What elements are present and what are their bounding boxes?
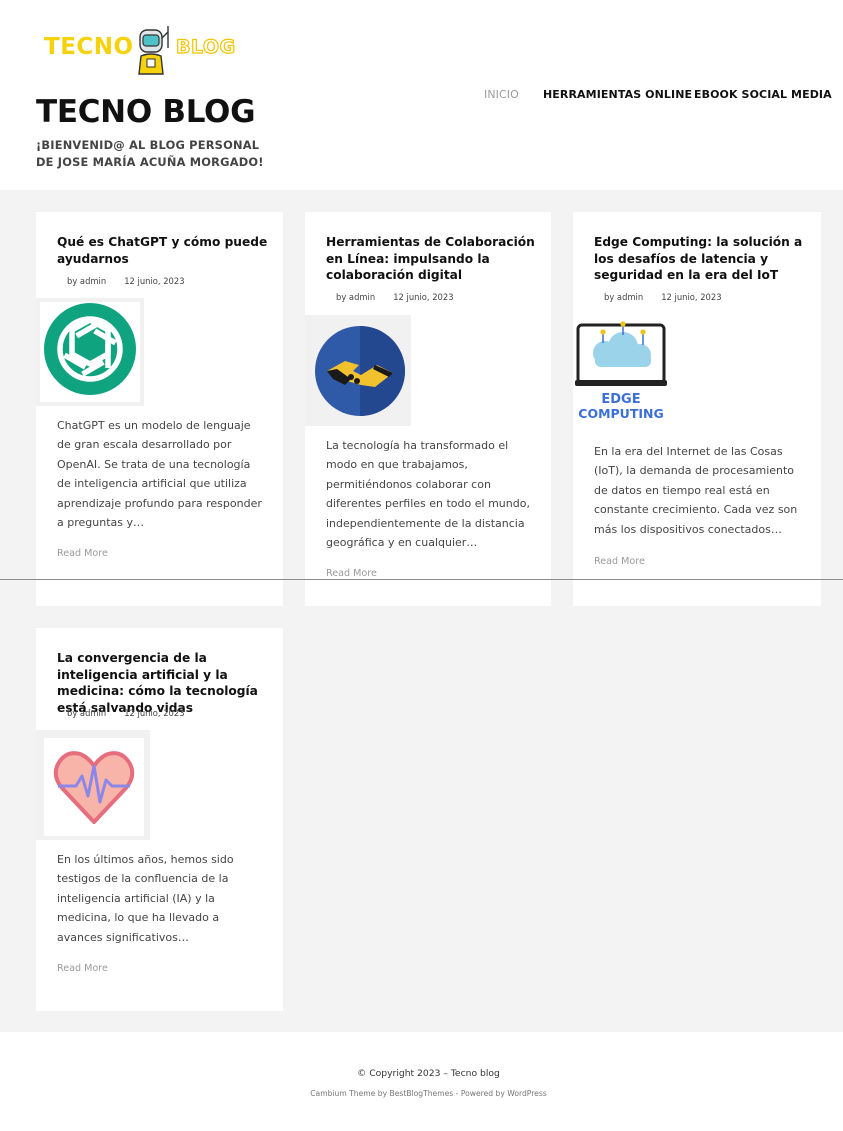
post-thumbnail[interactable] [36, 730, 150, 840]
theme-link[interactable]: Cambium Theme [310, 1089, 375, 1098]
post-card: Edge Computing: la solución a los desafí… [573, 212, 821, 606]
credits-powered: - Powered by [453, 1089, 508, 1098]
post-excerpt: En la era del Internet de las Cosas (IoT… [594, 445, 798, 536]
post-title[interactable]: Herramientas de Colaboración en Línea: i… [326, 234, 536, 284]
post-meta: by admin 12 junio, 2023 [336, 292, 454, 302]
post-title[interactable]: Qué es ChatGPT y cómo puede ayudarnos [57, 234, 277, 267]
site-header: TECNO BLOG TECNO BLOG ¡BIENVENID@ AL BLO… [0, 0, 843, 190]
footer-credits: Cambium Theme by BestBlogThemes - Powere… [0, 1089, 843, 1098]
main-navigation: INICIO HERRAMIENTAS ONLINE EBOOK SOCIAL … [0, 88, 843, 104]
post-thumbnail[interactable] [305, 315, 411, 426]
post-author[interactable]: by admin [336, 292, 375, 302]
nav-item-inicio[interactable]: INICIO [484, 88, 519, 101]
wordpress-link[interactable]: WordPress [507, 1089, 547, 1098]
credits-by: by [375, 1089, 390, 1098]
site-footer: © Copyright 2023 – Tecno blog Cambium Th… [0, 1032, 843, 1131]
site-logo[interactable]: TECNO BLOG [44, 26, 244, 76]
post-date[interactable]: 12 junio, 2023 [124, 708, 184, 718]
handshake-icon [315, 326, 405, 416]
post-excerpt: ChatGPT es un modelo de lenguaje de gran… [57, 419, 262, 530]
post-card: Qué es ChatGPT y cómo puede ayudarnos by… [36, 212, 283, 606]
posts-grid: Qué es ChatGPT y cómo puede ayudarnos by… [0, 190, 843, 1032]
openai-logo-icon [40, 302, 140, 402]
post-thumbnail[interactable]: EDGE COMPUTING [573, 315, 672, 431]
read-more-link[interactable]: Read More [57, 548, 108, 559]
post-title[interactable]: La convergencia de la inteligencia artif… [57, 650, 267, 716]
divider-line [0, 579, 843, 580]
post-date[interactable]: 12 junio, 2023 [393, 292, 453, 302]
post-date[interactable]: 12 junio, 2023 [661, 292, 721, 302]
edge-caption-1: EDGE [601, 392, 640, 407]
read-more-link[interactable]: Read More [326, 568, 377, 579]
post-author[interactable]: by admin [67, 708, 106, 718]
post-meta: by admin 12 junio, 2023 [67, 708, 185, 718]
post-author[interactable]: by admin [604, 292, 643, 302]
post-thumbnail[interactable] [36, 298, 144, 406]
logo-text-tecno: TECNO [44, 34, 134, 60]
post-author[interactable]: by admin [67, 276, 106, 286]
post-title[interactable]: Edge Computing: la solución a los desafí… [594, 234, 806, 284]
theme-author-link[interactable]: BestBlogThemes [390, 1089, 454, 1098]
read-more-link[interactable]: Read More [594, 556, 645, 567]
robot-mascot-icon [138, 26, 169, 75]
read-more-link[interactable]: Read More [57, 963, 108, 974]
post-card: La convergencia de la inteligencia artif… [36, 628, 283, 1011]
site-description: ¡BIENVENID@ AL BLOG PERSONAL DE JOSE MAR… [36, 138, 264, 169]
heartbeat-icon [44, 738, 144, 836]
post-card: Herramientas de Colaboración en Línea: i… [305, 212, 551, 606]
post-meta: by admin 12 junio, 2023 [67, 276, 185, 286]
post-date[interactable]: 12 junio, 2023 [124, 276, 184, 286]
nav-item-ebook-social-media[interactable]: EBOOK SOCIAL MEDIA [694, 88, 832, 101]
post-excerpt: La tecnología ha transformado el modo en… [326, 439, 530, 550]
nav-item-herramientas-online[interactable]: HERRAMIENTAS ONLINE [543, 88, 692, 101]
post-excerpt: En los últimos años, hemos sido testigos… [57, 853, 234, 944]
logo-text-blog: BLOG [175, 35, 236, 58]
post-meta: by admin 12 junio, 2023 [604, 292, 722, 302]
edge-computing-icon: EDGE COMPUTING [575, 321, 667, 421]
edge-caption-2: COMPUTING [578, 406, 663, 421]
footer-copyright: © Copyright 2023 – Tecno blog [357, 1068, 500, 1079]
